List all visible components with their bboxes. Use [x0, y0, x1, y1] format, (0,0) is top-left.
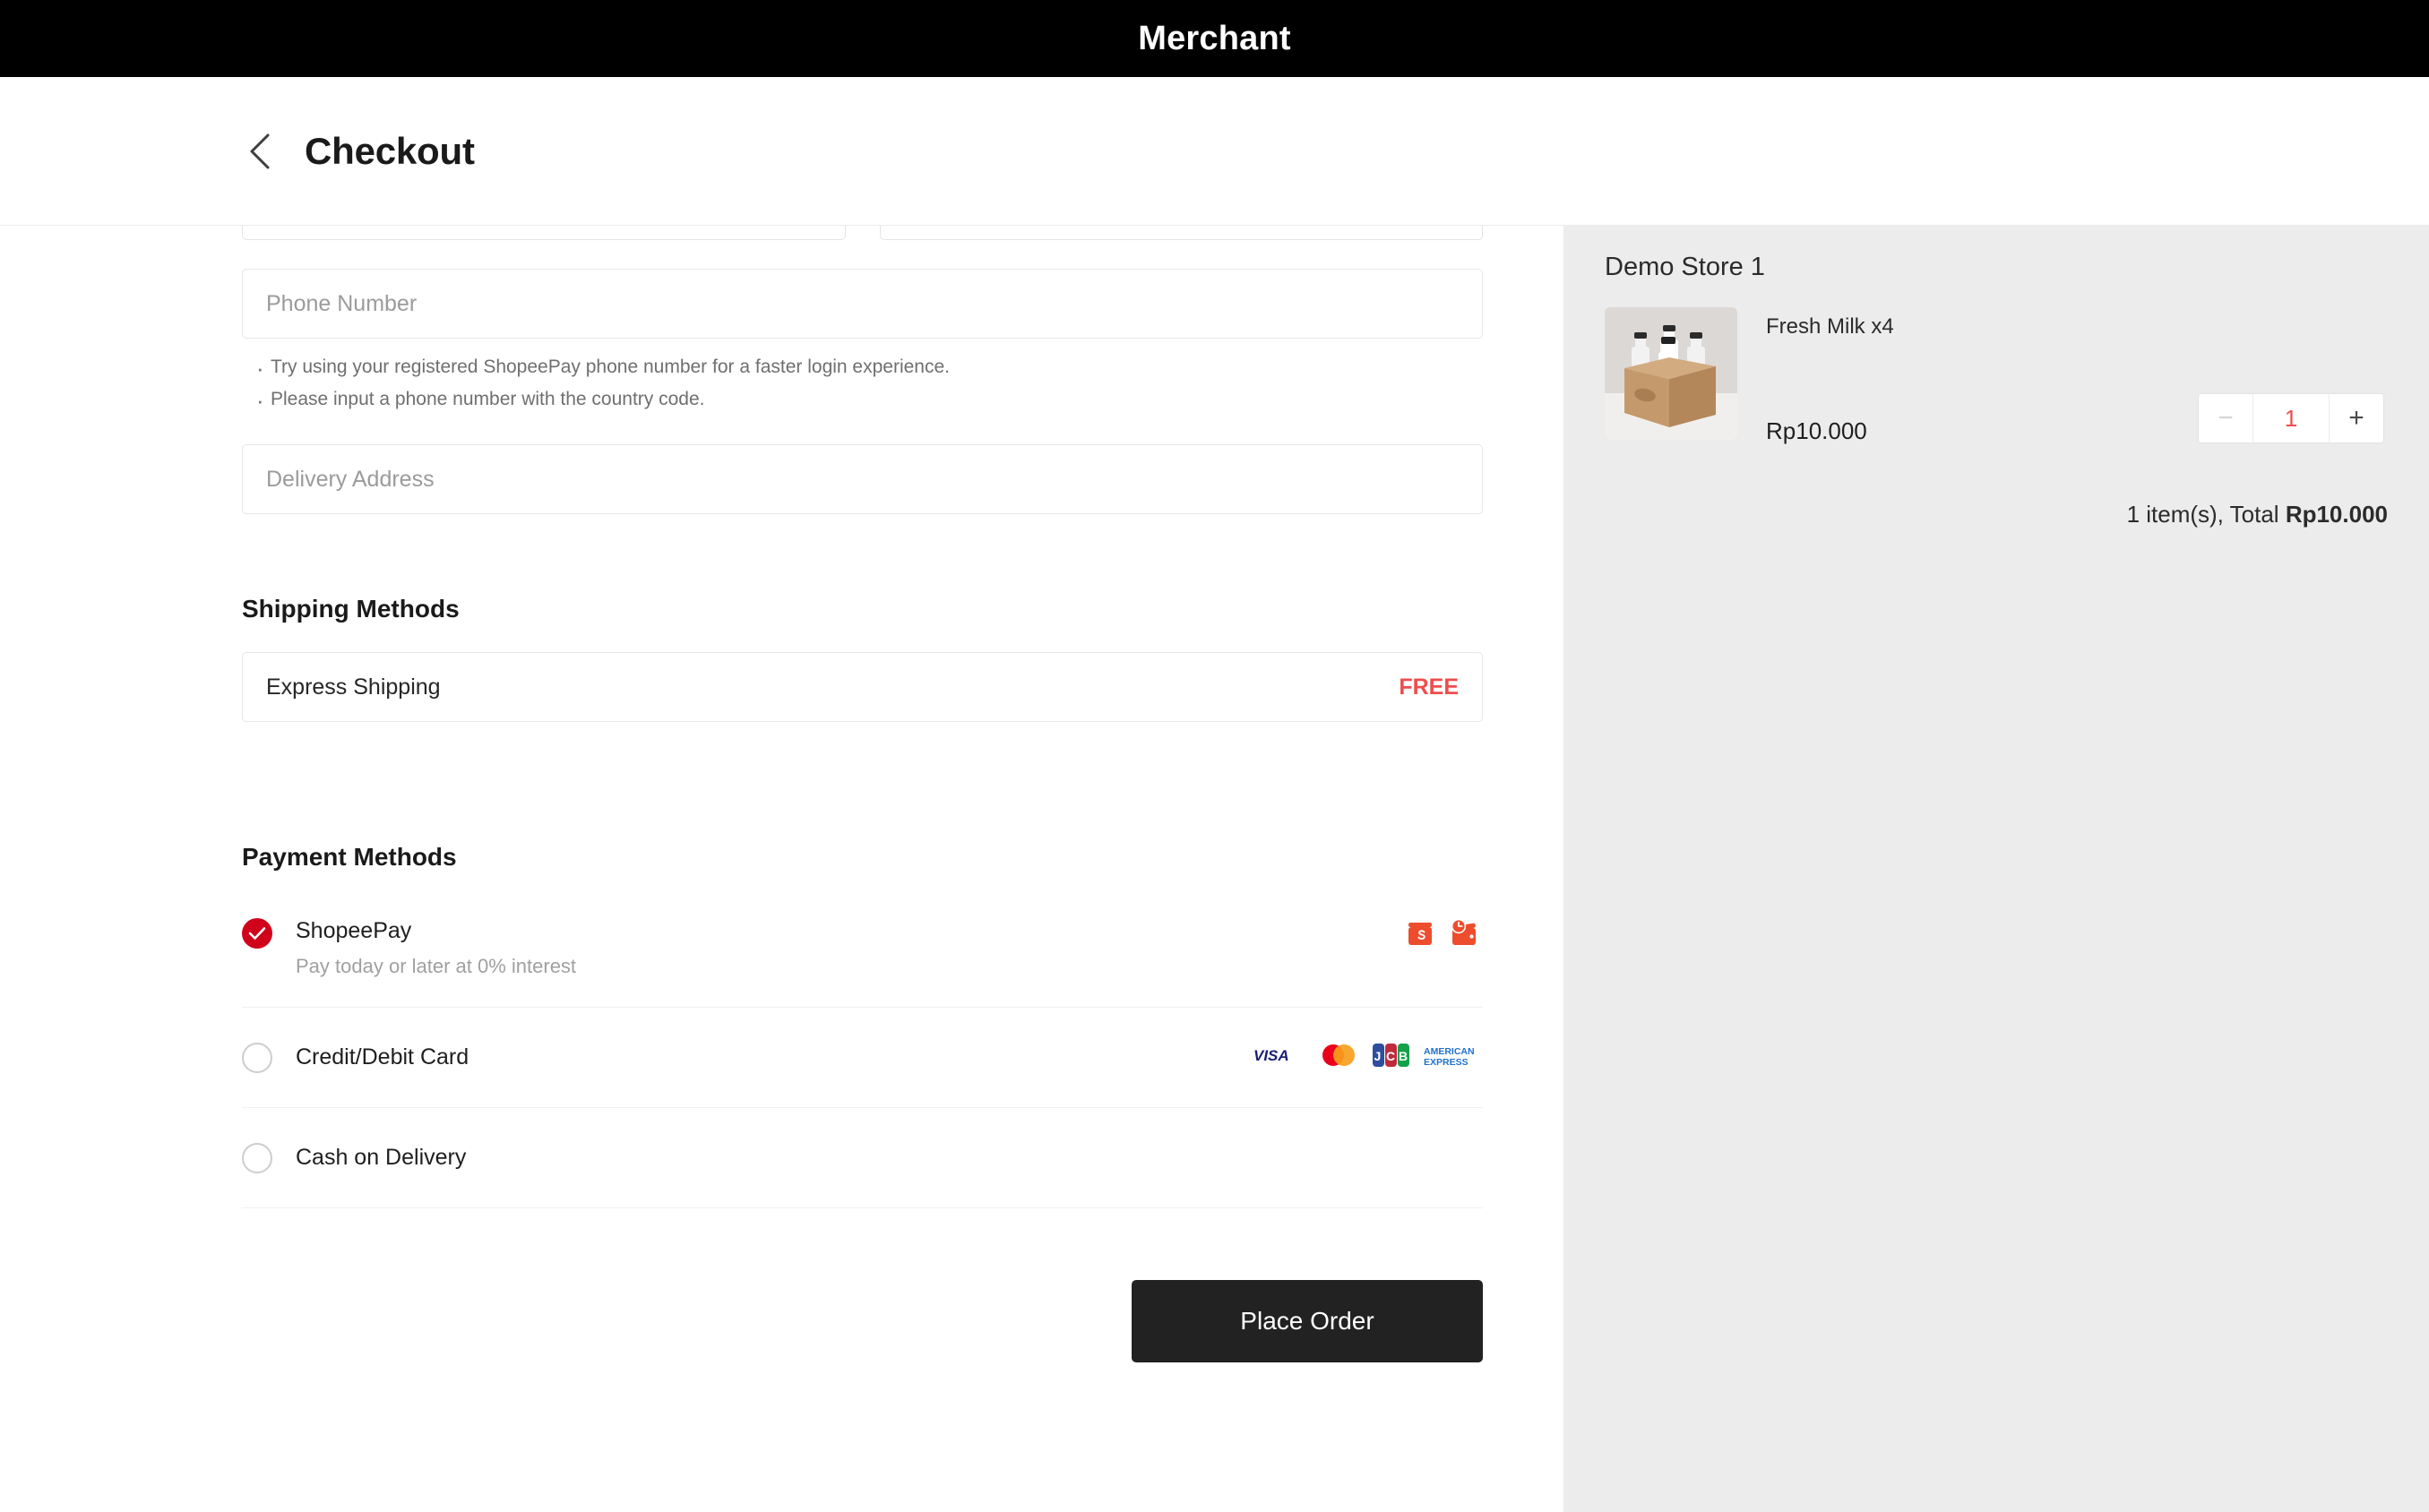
mastercard-icon [1318, 1042, 1359, 1073]
radio-credit-debit-card[interactable] [242, 1042, 272, 1073]
name-field-partial[interactable] [242, 226, 846, 240]
payment-option-label: Credit/Debit Card [296, 1044, 469, 1070]
shipping-methods-title: Shipping Methods [242, 595, 460, 623]
order-summary-panel: Demo Store 1 Fresh Milk x4 Rp10.000 − 1 … [1563, 226, 2429, 1512]
shopeepay-icons [1406, 918, 1479, 953]
quantity-value[interactable]: 1 [2252, 394, 2330, 442]
scrolled-off-fields [242, 226, 1483, 242]
shopeepay-wallet-icon [1406, 918, 1436, 953]
payment-options-list: ShopeePay Pay today or later at 0% inter… [242, 902, 1483, 1209]
shipping-option-express[interactable]: Express Shipping FREE [242, 652, 1483, 723]
payment-option-shopeepay[interactable]: ShopeePay Pay today or later at 0% inter… [242, 902, 1483, 1009]
place-order-button[interactable]: Place Order [1132, 1280, 1483, 1363]
quantity-decrease-button[interactable]: − [2199, 394, 2252, 442]
merchant-top-bar: Merchant [0, 0, 2429, 77]
page-body: Phone Number Try using your registered S… [0, 226, 2429, 1512]
svg-text:B: B [1399, 1049, 1408, 1063]
chevron-left-icon [248, 133, 271, 170]
place-order-row: Place Order [242, 1280, 1483, 1363]
page-title: Checkout [305, 129, 475, 172]
amex-icon: AMERICAN EXPRESS [1424, 1043, 1479, 1072]
shipping-option-label: Express Shipping [266, 674, 441, 700]
payment-option-sublabel: Pay today or later at 0% interest [296, 955, 577, 978]
merchant-title: Merchant [1138, 19, 1291, 57]
milk-bottles-carrier-image [1605, 307, 1737, 440]
svg-text:EXPRESS: EXPRESS [1424, 1057, 1469, 1068]
store-name: Demo Store 1 [1605, 253, 1765, 281]
svg-text:AMERICAN: AMERICAN [1424, 1046, 1475, 1057]
cart-item: Fresh Milk x4 Rp10.000 − 1 + [1605, 307, 2388, 451]
phone-input[interactable]: Phone Number [242, 269, 1483, 339]
quantity-increase-button[interactable]: + [2330, 394, 2383, 442]
svg-text:VISA: VISA [1253, 1047, 1289, 1064]
svg-text:C: C [1386, 1049, 1395, 1063]
phone-hint-item: Please input a phone number with the cou… [251, 381, 1483, 421]
back-button[interactable] [242, 131, 278, 172]
totals-prefix: 1 item(s), Total [2126, 501, 2286, 528]
payment-methods-title: Payment Methods [242, 843, 457, 872]
shipping-option-price: FREE [1399, 674, 1459, 700]
radio-cash-on-delivery[interactable] [242, 1142, 272, 1173]
cart-item-name: Fresh Milk x4 [1766, 314, 1894, 339]
radio-shopeepay[interactable] [242, 918, 272, 949]
checkout-form-column: Phone Number Try using your registered S… [0, 226, 1563, 1512]
shopee-paylater-icon [1449, 918, 1479, 953]
totals-amount: Rp10.000 [2285, 501, 2388, 528]
delivery-address-input[interactable]: Delivery Address [242, 444, 1483, 515]
visa-icon: VISA [1253, 1046, 1305, 1069]
payment-option-label: Cash on Delivery [296, 1145, 467, 1171]
order-totals: 1 item(s), Total Rp10.000 [1605, 501, 2388, 528]
email-field-partial[interactable] [879, 226, 1483, 240]
phone-hint-item: Try using your registered ShopeePay phon… [251, 348, 1483, 389]
payment-option-cash-on-delivery[interactable]: Cash on Delivery [242, 1108, 1483, 1209]
payment-option-credit-debit-card[interactable]: Credit/Debit Card VISA J C B AMERICAN EX… [242, 1008, 1483, 1109]
phone-hints: Try using your registered ShopeePay phon… [251, 348, 1483, 421]
quantity-stepper[interactable]: − 1 + [2198, 393, 2384, 443]
jcb-icon: J C B [1372, 1042, 1411, 1073]
svg-text:J: J [1374, 1049, 1382, 1063]
card-brand-icons: VISA J C B AMERICAN EXPRESS [1253, 1042, 1479, 1073]
checkout-header: Checkout [0, 77, 2429, 226]
payment-option-label: ShopeePay [296, 918, 412, 944]
